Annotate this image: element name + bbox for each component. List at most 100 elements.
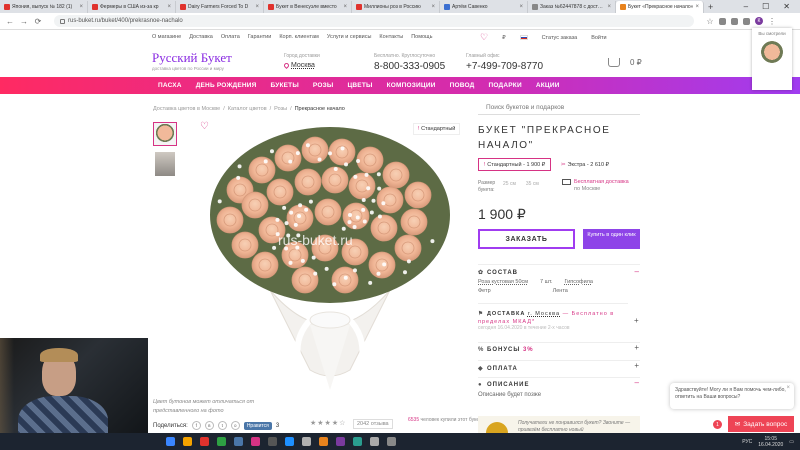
chat-greeting[interactable]: Здравствуйте! Могу ли я Вам помочь чем-л… — [670, 383, 794, 409]
collapse-icon[interactable]: – — [635, 378, 640, 387]
star-icon[interactable]: ☆ — [706, 17, 714, 26]
phone1[interactable]: 8-800-333-0905 — [374, 61, 445, 72]
taskbar-app-icon[interactable] — [302, 437, 311, 446]
recently-viewed-thumbnail[interactable] — [761, 41, 783, 63]
facebook-icon[interactable]: f — [191, 421, 201, 430]
browser-tab[interactable]: Dairy Farmers Forced To D × — [176, 0, 264, 13]
order-status-link[interactable]: Статус заказа — [542, 35, 578, 41]
ask-question-button[interactable]: ✉ Задать вопрос — [728, 416, 794, 432]
browser-tab[interactable]: Япония, выпуск № 182 (1) × — [0, 0, 88, 13]
extension-icon[interactable] — [743, 17, 750, 25]
section-payment[interactable]: ◆ ОПЛАТА + — [478, 360, 640, 372]
menu-item[interactable]: ДЕНЬ РОЖДЕНИЯ — [196, 82, 257, 89]
browser-tab[interactable]: Букет в Венесуэле вместо × — [264, 0, 352, 13]
login-link[interactable]: Войти — [591, 35, 606, 41]
city-selector[interactable]: Москва — [282, 61, 315, 70]
browser-tab[interactable]: Фермеры в США из-за кр × — [88, 0, 176, 13]
section-bonuses[interactable]: % БОНУСЫ 3% + — [478, 342, 640, 353]
menu-item[interactable]: ПОВОД — [450, 82, 475, 89]
taskbar-app-icon[interactable] — [370, 437, 379, 446]
breadcrumb-link[interactable]: Каталог цветов — [228, 106, 267, 112]
top-link[interactable]: Услуги и сервисы — [327, 34, 372, 40]
size-option-standard[interactable]: ! Стандартный - 1 900 ₽ — [478, 158, 551, 171]
top-link[interactable]: Корп. клиентам — [279, 34, 319, 40]
close-tab-icon[interactable]: × — [343, 4, 347, 10]
vk-like-button[interactable]: Нравится — [243, 421, 272, 430]
close-tab-icon[interactable]: × — [79, 4, 83, 10]
menu-item[interactable]: ПАСХА — [158, 82, 182, 89]
taskbar-app-icon[interactable] — [336, 437, 345, 446]
gallery-thumbnail[interactable] — [153, 122, 177, 146]
maximize-icon[interactable]: ☐ — [762, 2, 769, 11]
recently-viewed-popup[interactable]: Вы смотрели — [752, 28, 792, 90]
gallery-thumbnail[interactable] — [155, 152, 175, 176]
expand-icon[interactable]: + — [634, 316, 639, 325]
close-tab-icon[interactable]: × — [607, 4, 611, 10]
top-link[interactable]: Доставка — [189, 34, 213, 40]
taskbar-app-icon[interactable] — [285, 437, 294, 446]
close-window-icon[interactable]: ✕ — [783, 2, 790, 11]
cart[interactable]: 0 ₽ — [608, 58, 642, 67]
extension-icon[interactable] — [719, 17, 726, 25]
close-tab-icon[interactable]: × — [167, 4, 171, 10]
add-to-favorites-icon[interactable]: ♡ — [200, 121, 209, 132]
taskbar-app-icon[interactable] — [200, 437, 209, 446]
taskbar-app-icon[interactable] — [166, 437, 175, 446]
site-logo[interactable]: Русский Букет — [152, 50, 232, 66]
close-tab-icon[interactable]: × — [255, 4, 259, 10]
taskbar-app-icon[interactable] — [251, 437, 260, 446]
close-tab-icon[interactable]: × — [431, 4, 435, 10]
order-button[interactable]: ЗАКАЗАТЬ — [478, 229, 575, 249]
ok-icon[interactable]: o — [230, 421, 240, 430]
breadcrumb-link[interactable]: Розы — [274, 106, 287, 112]
reload-icon[interactable]: ⟳ — [34, 17, 42, 26]
taskbar-app-icon[interactable] — [319, 437, 328, 446]
browser-tab[interactable]: Букет «Прекрасное начало» × — [616, 0, 704, 13]
extension-icon[interactable] — [731, 17, 738, 25]
profile-avatar[interactable]: К — [755, 17, 763, 25]
close-tab-icon[interactable]: × — [695, 4, 699, 10]
url-field[interactable]: rus-buket.ru/buket/400/prekrasnoe-nachal… — [54, 15, 694, 27]
taskbar-app-icon[interactable] — [268, 437, 277, 446]
browser-tab[interactable]: Миллионы роз в Россию × — [352, 0, 440, 13]
menu-item[interactable]: БУКЕТЫ — [271, 82, 299, 89]
new-tab-icon[interactable]: + — [708, 2, 713, 12]
taskbar-app-icon[interactable] — [234, 437, 243, 446]
vk-share-icon[interactable]: в — [204, 421, 214, 430]
collapse-icon[interactable]: – — [635, 267, 640, 276]
reviews-link[interactable]: 2042 отзыва — [353, 419, 393, 429]
expand-icon[interactable]: + — [634, 361, 640, 370]
top-link[interactable]: Гарантии — [248, 34, 272, 40]
menu-item[interactable]: КОМПОЗИЦИИ — [387, 82, 436, 89]
expand-icon[interactable]: + — [634, 343, 640, 352]
top-link[interactable]: Оплата — [221, 34, 240, 40]
forward-icon[interactable]: → — [20, 17, 28, 26]
minimize-icon[interactable]: – — [744, 2, 748, 11]
browser-tab[interactable]: Заказ №62447878 с доставкой × — [528, 0, 616, 13]
one-click-button[interactable]: Купить в один клик — [583, 229, 640, 249]
clock[interactable]: 15:05 16.04.2020 — [758, 436, 783, 448]
browser-tab[interactable]: Артём Савенко × — [440, 0, 528, 13]
taskbar-app-icon[interactable] — [387, 437, 396, 446]
tray-lang[interactable]: РУС — [742, 439, 752, 445]
twitter-icon[interactable]: t — [217, 421, 227, 430]
taskbar-app-icon[interactable] — [183, 437, 192, 446]
top-link[interactable]: О магазине — [152, 34, 181, 40]
section-description[interactable]: ● ОПИСАНИЕ – — [478, 377, 640, 388]
currency-select[interactable]: ₽ — [502, 35, 506, 41]
taskbar-app-icon[interactable] — [353, 437, 362, 446]
search-input[interactable]: Поиск букетов и подарков — [478, 100, 640, 115]
menu-item[interactable]: РОЗЫ — [313, 82, 334, 89]
close-icon[interactable]: × — [786, 385, 790, 392]
breadcrumb-link[interactable]: Доставка цветов в Москве — [153, 106, 220, 112]
menu-dots-icon[interactable]: ⋮ — [768, 17, 776, 26]
favorites-heart-icon[interactable]: ♡ — [480, 32, 488, 43]
top-link[interactable]: Помощь — [411, 34, 432, 40]
section-delivery[interactable]: ⚑ ДОСТАВКА г. Москва — Бесплатно в предел… — [478, 303, 628, 326]
close-tab-icon[interactable]: × — [519, 4, 523, 10]
section-composition[interactable]: ✿ СОСТАВ – — [478, 264, 640, 276]
back-icon[interactable]: ← — [6, 17, 14, 26]
menu-item[interactable]: АКЦИИ — [536, 82, 560, 89]
size-option-extra[interactable]: ✂ Экстра - 2 610 ₽ — [555, 158, 615, 171]
menu-item[interactable]: ЦВЕТЫ — [347, 82, 372, 89]
